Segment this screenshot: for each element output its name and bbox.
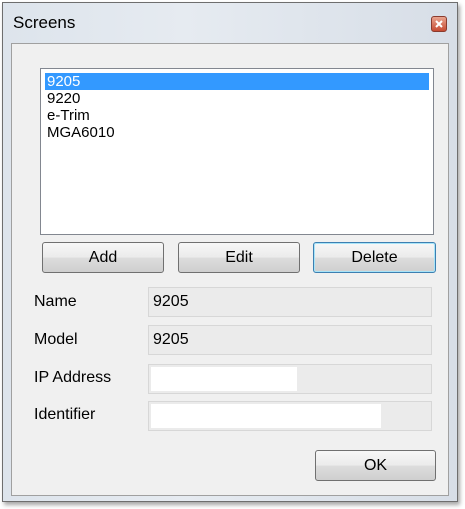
- screens-list[interactable]: 9205 9220 e-Trim MGA6010: [40, 68, 434, 235]
- add-button[interactable]: Add: [42, 242, 164, 273]
- close-icon: [435, 20, 443, 28]
- identifier-label: Identifier: [34, 406, 96, 423]
- list-item[interactable]: MGA6010: [45, 124, 429, 141]
- name-field[interactable]: 9205: [148, 287, 432, 317]
- dialog-body: 9205 9220 e-Trim MGA6010 Add Edit Delete…: [11, 43, 449, 496]
- delete-button[interactable]: Delete: [313, 242, 436, 273]
- edit-button[interactable]: Edit: [178, 242, 300, 273]
- model-field[interactable]: 9205: [148, 325, 432, 355]
- ok-button[interactable]: OK: [315, 450, 436, 481]
- name-label: Name: [34, 293, 77, 310]
- model-label: Model: [34, 331, 78, 348]
- window-title: Screens: [13, 13, 76, 32]
- identifier-input-area[interactable]: [151, 404, 381, 428]
- ip-address-label: IP Address: [34, 369, 112, 386]
- screens-dialog: Screens 9205 9220 e-Trim MGA6010 Add Edi…: [2, 2, 458, 502]
- identifier-field[interactable]: [148, 401, 432, 431]
- title-bar[interactable]: Screens: [3, 3, 457, 43]
- ip-address-input-area[interactable]: [151, 367, 297, 391]
- ip-address-field[interactable]: [148, 364, 432, 394]
- list-item[interactable]: 9205: [45, 73, 429, 90]
- close-button[interactable]: [431, 16, 447, 32]
- list-item[interactable]: 9220: [45, 90, 429, 107]
- list-item[interactable]: e-Trim: [45, 107, 429, 124]
